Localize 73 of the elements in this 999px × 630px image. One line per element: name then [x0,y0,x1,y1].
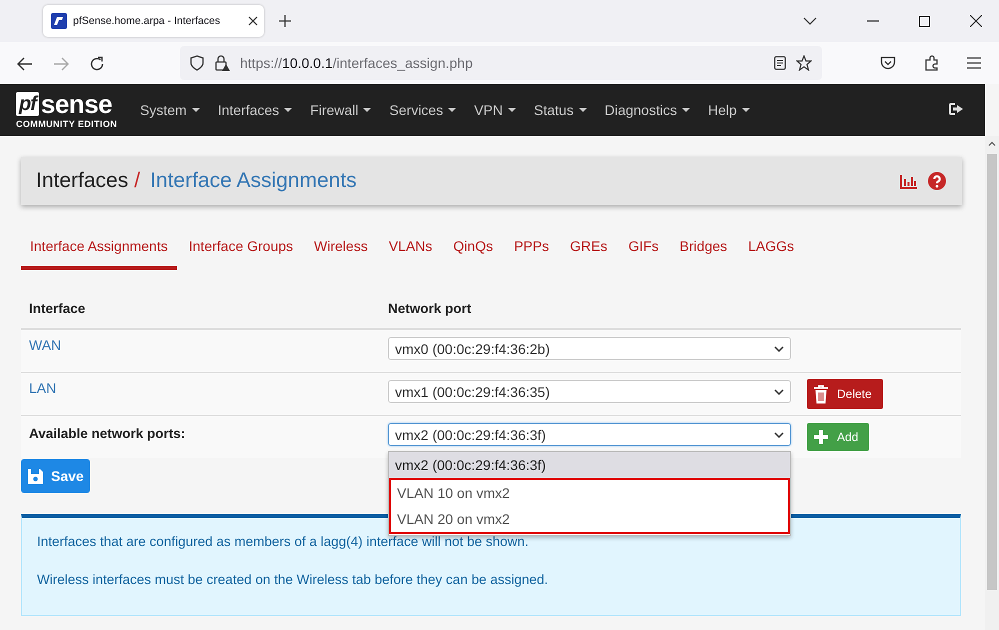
nav-menu-item[interactable]: Firewall [310,102,380,118]
nav-menu-item[interactable]: System [140,102,209,118]
caret-icon [363,108,372,112]
breadcrumb-separator: / [134,169,140,193]
tab[interactable]: VLANs [380,236,442,270]
save-button[interactable]: Save [21,459,90,493]
tab[interactable]: GREs [560,236,616,270]
reader-view-icon[interactable] [774,56,786,70]
caret-icon [192,108,200,112]
chevron-down-icon [774,432,784,438]
scroll-up-icon[interactable] [988,141,996,146]
pocket-icon[interactable] [880,56,896,70]
address-bar[interactable]: https://10.0.0.1/interfaces_assign.php [180,46,822,80]
tab[interactable]: GIFs [619,236,668,270]
shield-icon [190,55,204,71]
info-text: Wireless interfaces must be created on the Wireless tab before they can be assigned. [37,572,550,587]
nav-menu-item[interactable]: VPN [474,102,525,118]
port-select[interactable]: vmx0 (00:0c:29:f4:36:2b) [388,337,791,360]
back-arrow-icon[interactable] [17,57,33,71]
caret-icon [448,108,456,112]
chevron-down-icon[interactable] [803,17,817,25]
chevron-down-icon [774,346,784,352]
interface-link[interactable]: LAN [29,380,56,396]
help-icon[interactable] [928,172,946,190]
trash-icon [813,384,829,404]
interface-link[interactable]: WAN [29,337,62,353]
plus-icon [813,429,829,445]
caret-icon [742,108,750,112]
url-text: https://10.0.0.1/interfaces_assign.php [240,55,473,71]
nav-menu-item[interactable]: Diagnostics [604,102,699,118]
caret-icon [578,108,587,112]
delete-button[interactable]: Delete [807,379,883,409]
tab[interactable]: PPPs [504,236,558,270]
logo-mark[interactable]: pf [16,92,39,116]
dropdown-option[interactable]: VLAN 20 on vmx2 [391,506,788,532]
tab[interactable]: Bridges [670,236,736,270]
close-icon[interactable] [970,15,982,27]
dropdown-option[interactable]: VLAN 10 on vmx2 [391,480,788,506]
info-text: Interfaces that are configured as members of a lagg(4) interface will not be shown. [37,534,530,549]
logo-edition: COMMUNITY EDITION [16,118,118,130]
nav-menu-item[interactable]: Help [708,102,759,118]
row-label: Available network ports: [29,426,186,441]
maximize-icon[interactable] [919,16,930,26]
breadcrumb-parent[interactable]: Interfaces [36,169,128,193]
tab[interactable]: QinQs [444,236,502,270]
tab[interactable]: LAGGs [739,236,804,270]
bar-chart-icon[interactable] [900,174,918,188]
tab[interactable]: Wireless [305,236,377,270]
minimize-icon[interactable] [867,20,879,22]
padlock-warning-icon [214,55,230,71]
logo-wordmark[interactable]: sense [40,90,112,116]
dropdown-option[interactable]: vmx2 (00:0c:29:f4:36:3f) [389,452,790,478]
tab[interactable]: Interface Assignments [21,236,177,270]
favicon-icon [51,13,67,29]
caret-icon [284,108,292,112]
star-icon[interactable] [796,55,812,71]
chevron-down-icon [774,388,784,394]
reload-icon[interactable] [89,56,105,72]
nav-menu-item[interactable]: Status [534,102,596,118]
scrollbar-thumb[interactable] [987,154,997,590]
menu-icon[interactable] [967,57,981,69]
breadcrumb-current[interactable]: Interface Assignments [150,169,357,193]
caret-icon [682,108,690,112]
nav-menu-item[interactable]: Services [389,102,466,118]
puzzle-piece-icon[interactable] [924,55,940,71]
nav-menu-item[interactable]: Interfaces [218,102,302,118]
browser-tab[interactable]: pfSense.home.arpa - Interfaces [43,5,264,37]
tab[interactable]: Interface Groups [180,236,302,270]
new-tab-icon[interactable] [278,14,292,28]
close-icon[interactable] [248,16,258,26]
tab-title: pfSense.home.arpa - Interfaces [73,15,222,27]
caret-icon [508,108,516,112]
port-select[interactable]: vmx1 (00:0c:29:f4:36:35) [388,380,791,403]
